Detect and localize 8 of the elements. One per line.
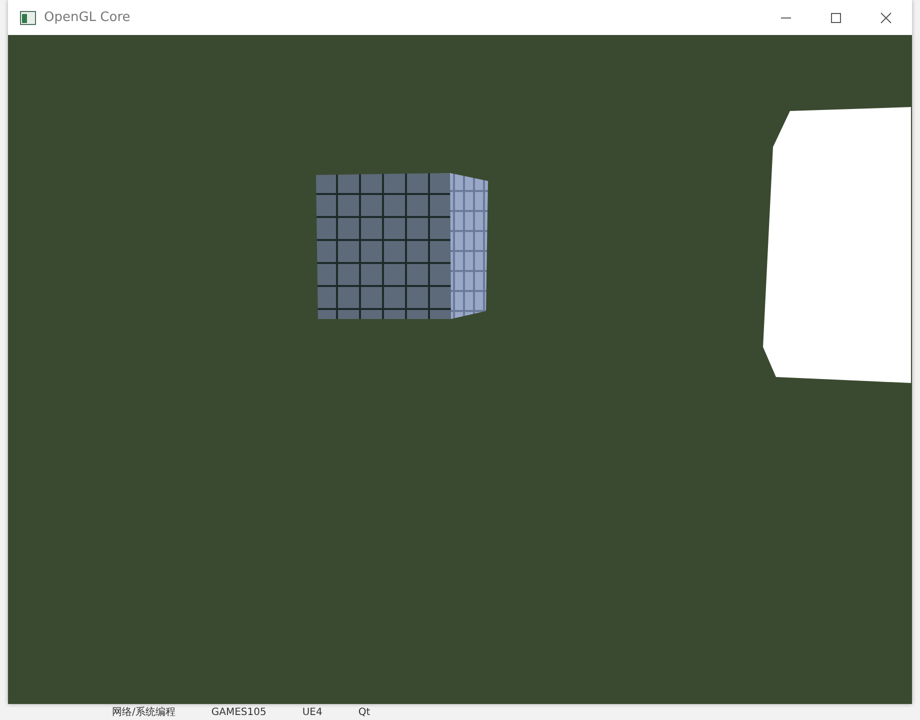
tab-label[interactable]: 网络/系统编程 — [112, 705, 176, 719]
app-icon — [20, 10, 36, 24]
maximize-icon[interactable] — [830, 12, 842, 24]
close-icon[interactable] — [880, 12, 892, 24]
window-title: OpenGL Core — [44, 10, 130, 25]
tab-label[interactable]: Qt — [358, 706, 370, 718]
tab-label[interactable]: UE4 — [302, 706, 322, 718]
tab-label[interactable]: GAMES105 — [211, 706, 266, 718]
